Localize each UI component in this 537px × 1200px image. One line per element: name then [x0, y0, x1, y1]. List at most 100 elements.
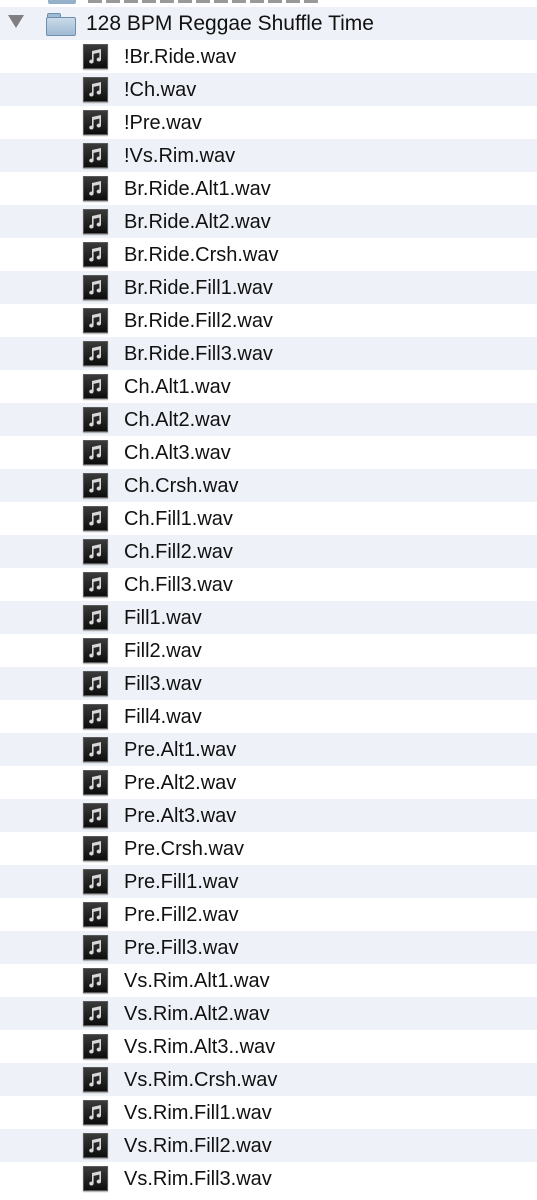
file-name: Vs.Rim.Alt2.wav	[124, 1003, 270, 1025]
file-row[interactable]: Br.Ride.Fill3.wav	[0, 337, 537, 370]
audio-file-icon	[83, 869, 108, 894]
file-row[interactable]: Ch.Fill3.wav	[0, 568, 537, 601]
audio-file-icon	[83, 44, 108, 69]
file-row[interactable]: Vs.Rim.Crsh.wav	[0, 1063, 537, 1096]
file-row[interactable]: Pre.Alt3.wav	[0, 799, 537, 832]
file-name: !Br.Ride.wav	[124, 46, 237, 68]
audio-file-icon	[83, 1133, 108, 1158]
file-row[interactable]: Br.Ride.Crsh.wav	[0, 238, 537, 271]
audio-file-icon	[83, 143, 108, 168]
file-name: Vs.Rim.Crsh.wav	[124, 1069, 278, 1091]
file-row[interactable]: Br.Ride.Alt1.wav	[0, 172, 537, 205]
file-name: Ch.Alt1.wav	[124, 376, 231, 398]
file-row[interactable]: Fill3.wav	[0, 667, 537, 700]
audio-file-icon	[83, 638, 108, 663]
audio-file-icon	[83, 275, 108, 300]
audio-file-icon	[83, 374, 108, 399]
file-row[interactable]: Ch.Crsh.wav	[0, 469, 537, 502]
file-name: Ch.Alt3.wav	[124, 442, 231, 464]
file-name: Pre.Fill2.wav	[124, 904, 239, 926]
audio-file-icon	[83, 539, 108, 564]
audio-file-icon	[83, 242, 108, 267]
file-row[interactable]: Ch.Fill2.wav	[0, 535, 537, 568]
file-row[interactable]: Vs.Rim.Fill3.wav	[0, 1162, 537, 1195]
folder-icon	[48, 0, 76, 4]
file-row[interactable]: Pre.Fill1.wav	[0, 865, 537, 898]
folder-row[interactable]: 128 BPM Reggae Shuffle Time	[0, 7, 537, 40]
file-row[interactable]: Vs.Rim.Alt3..wav	[0, 1030, 537, 1063]
file-row[interactable]: Pre.Alt2.wav	[0, 766, 537, 799]
file-name: Br.Ride.Fill1.wav	[124, 277, 273, 299]
file-row[interactable]: !Br.Ride.wav	[0, 40, 537, 73]
audio-file-icon	[83, 803, 108, 828]
audio-file-icon	[83, 77, 108, 102]
file-row[interactable]: Ch.Alt3.wav	[0, 436, 537, 469]
file-name: Ch.Alt2.wav	[124, 409, 231, 431]
file-row[interactable]: Pre.Crsh.wav	[0, 832, 537, 865]
file-row[interactable]: Br.Ride.Alt2.wav	[0, 205, 537, 238]
file-name: Pre.Alt2.wav	[124, 772, 237, 794]
file-name: Br.Ride.Alt2.wav	[124, 211, 271, 233]
partially-visible-label	[88, 0, 318, 3]
file-name: !Vs.Rim.wav	[124, 145, 236, 167]
audio-file-icon	[83, 110, 108, 135]
disclosure-triangle-icon[interactable]	[8, 15, 24, 28]
file-name: Br.Ride.Fill2.wav	[124, 310, 273, 332]
file-name: Pre.Alt3.wav	[124, 805, 237, 827]
audio-file-icon	[83, 473, 108, 498]
audio-file-icon	[83, 770, 108, 795]
file-row[interactable]: Pre.Fill2.wav	[0, 898, 537, 931]
file-name: Fill2.wav	[124, 640, 202, 662]
file-row[interactable]: Ch.Alt1.wav	[0, 370, 537, 403]
audio-file-icon	[83, 704, 108, 729]
file-name: Fill3.wav	[124, 673, 202, 695]
file-row[interactable]: Vs.Rim.Alt1.wav	[0, 964, 537, 997]
file-row[interactable]: !Pre.wav	[0, 106, 537, 139]
file-row[interactable]: Fill4.wav	[0, 700, 537, 733]
audio-file-icon	[83, 1034, 108, 1059]
file-row[interactable]: Br.Ride.Fill1.wav	[0, 271, 537, 304]
file-name: !Ch.wav	[124, 79, 197, 101]
audio-file-icon	[83, 1166, 108, 1191]
audio-file-icon	[83, 902, 108, 927]
file-name: Fill1.wav	[124, 607, 202, 629]
file-name: Ch.Fill1.wav	[124, 508, 233, 530]
file-name: Vs.Rim.Fill1.wav	[124, 1102, 272, 1124]
file-name: Ch.Fill3.wav	[124, 574, 233, 596]
audio-file-icon	[83, 209, 108, 234]
file-name: Ch.Fill2.wav	[124, 541, 233, 563]
audio-file-icon	[83, 176, 108, 201]
file-row[interactable]: Pre.Alt1.wav	[0, 733, 537, 766]
file-name: Pre.Crsh.wav	[124, 838, 245, 860]
file-name: Fill4.wav	[124, 706, 202, 728]
file-row[interactable]: Vs.Rim.Alt2.wav	[0, 997, 537, 1030]
file-row[interactable]: Vs.Rim.Fill1.wav	[0, 1096, 537, 1129]
audio-file-icon	[83, 1100, 108, 1125]
audio-file-icon	[83, 407, 108, 432]
file-row[interactable]: Fill2.wav	[0, 634, 537, 667]
audio-file-icon	[83, 506, 108, 531]
folder-name: 128 BPM Reggae Shuffle Time	[86, 12, 374, 35]
file-row[interactable]: Br.Ride.Fill2.wav	[0, 304, 537, 337]
audio-file-icon	[83, 671, 108, 696]
file-name: Vs.Rim.Fill3.wav	[124, 1168, 272, 1190]
file-row[interactable]: !Ch.wav	[0, 73, 537, 106]
file-row[interactable]: Ch.Alt2.wav	[0, 403, 537, 436]
file-row[interactable]: Vs.Rim.Fill2.wav	[0, 1129, 537, 1162]
audio-file-icon	[83, 440, 108, 465]
audio-file-icon	[83, 1001, 108, 1026]
file-name: Pre.Fill3.wav	[124, 937, 239, 959]
file-row[interactable]: Ch.Fill1.wav	[0, 502, 537, 535]
file-name: Br.Ride.Alt1.wav	[124, 178, 271, 200]
file-name: Vs.Rim.Alt1.wav	[124, 970, 270, 992]
audio-file-icon	[83, 605, 108, 630]
folder-icon	[46, 13, 76, 36]
file-name: Br.Ride.Crsh.wav	[124, 244, 279, 266]
file-list: 128 BPM Reggae Shuffle Time !Br.Ride.wav…	[0, 0, 537, 1200]
file-row[interactable]: !Vs.Rim.wav	[0, 139, 537, 172]
file-name: Br.Ride.Fill3.wav	[124, 343, 273, 365]
file-row[interactable]: Fill1.wav	[0, 601, 537, 634]
audio-file-icon	[83, 341, 108, 366]
audio-file-icon	[83, 836, 108, 861]
file-row[interactable]: Pre.Fill3.wav	[0, 931, 537, 964]
